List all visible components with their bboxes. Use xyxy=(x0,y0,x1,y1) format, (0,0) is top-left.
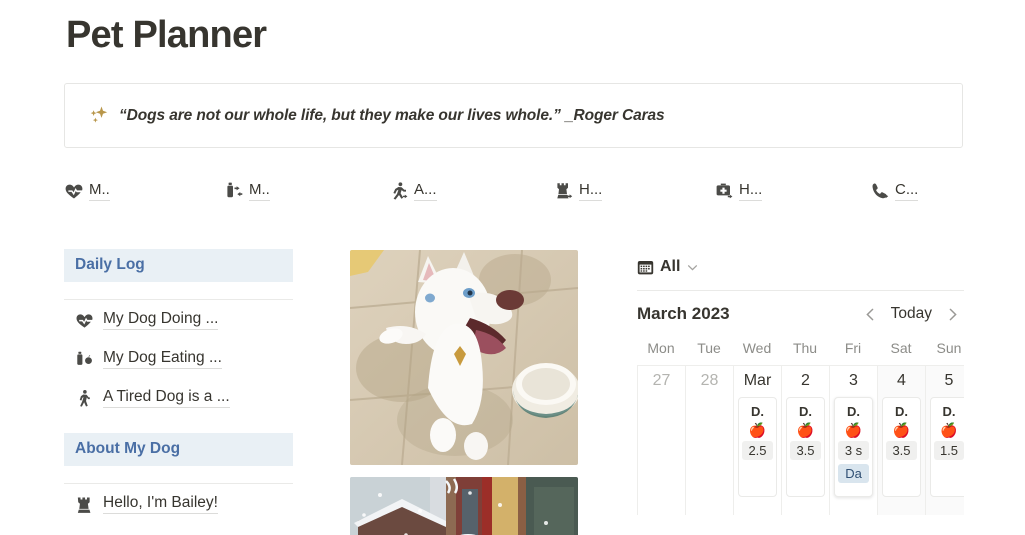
tab-label: M.. xyxy=(249,181,270,201)
tab-bar: M.. M.. A... H... H... C... xyxy=(64,176,964,212)
calendar-panel: All March 2023 Today Mon Tue Wed Thu Fri… xyxy=(637,250,964,535)
event-tag: Da xyxy=(838,464,869,483)
event-amount-badge: 1.5 xyxy=(934,441,964,460)
event-title: D. xyxy=(942,404,956,419)
calendar-event-card[interactable]: D. 🍎 3 s Da xyxy=(834,397,873,497)
walking-person-icon xyxy=(75,389,94,408)
calendar-day-cell[interactable]: 28 xyxy=(685,365,733,515)
pet-planner-page: Pet Planner “Dogs are not our whole life… xyxy=(0,0,1025,535)
tab-label: M.. xyxy=(89,181,110,201)
tab-label: C... xyxy=(895,181,919,201)
tab-health[interactable]: H... xyxy=(554,176,603,206)
weekday-label: Sun xyxy=(936,340,962,356)
today-button[interactable]: Today xyxy=(891,305,932,323)
apple-icon: 🍎 xyxy=(748,422,767,438)
event-amount-badge: 3.5 xyxy=(886,441,917,460)
calendar-day-number: 4 xyxy=(897,372,906,389)
weekday-label: Fri xyxy=(844,340,862,356)
calendar-weekday-header: Mon Tue Wed Thu Fri Sat Sun xyxy=(637,337,964,365)
calendar-nav-row: March 2023 Today xyxy=(637,291,964,337)
calendar-day-number: Mar xyxy=(743,372,772,389)
tab-my-dog-doing[interactable]: M.. xyxy=(64,176,110,206)
weekday-label: Tue xyxy=(697,340,721,356)
calendar-day-number: 3 xyxy=(849,372,858,389)
section-heading-about-my-dog: About My Dog xyxy=(64,433,293,466)
white-husky-puppy-photo[interactable] xyxy=(350,250,578,465)
calendar-month-label: March 2023 xyxy=(637,304,730,323)
tab-contacts[interactable]: C... xyxy=(870,176,919,206)
calendar-day-cell[interactable]: 4 D. 🍎 3.5 xyxy=(877,365,925,515)
calendar-day-cell[interactable]: 2 D. 🍎 3.5 xyxy=(781,365,829,515)
weekday-label: Mon xyxy=(647,340,675,356)
tab-label: H... xyxy=(739,181,763,201)
weekday-label: Wed xyxy=(742,340,772,356)
calendar-day-number: 27 xyxy=(652,372,671,389)
heartbeat-icon xyxy=(64,181,84,201)
bottle-icon xyxy=(224,181,244,201)
chess-rook-icon xyxy=(554,181,574,201)
calendar-day-number: 28 xyxy=(700,372,719,389)
calendar-day-cell[interactable]: 27 xyxy=(637,365,685,515)
quote-text: “Dogs are not our whole life, but they m… xyxy=(119,106,665,124)
chevron-left-icon[interactable] xyxy=(863,307,878,322)
weekday-label: Thu xyxy=(792,340,818,356)
bottle-apple-icon xyxy=(75,350,94,369)
calendar-view-selector[interactable]: All xyxy=(637,250,964,284)
sidebar-item-label: A Tired Dog is a ... xyxy=(103,388,230,408)
calendar-day-cell[interactable]: Mar D. 🍎 2.5 xyxy=(733,365,781,515)
tab-label: A... xyxy=(414,181,437,201)
calendar-event-card[interactable]: D. 🍎 1.5 xyxy=(930,397,964,497)
apple-icon: 🍎 xyxy=(892,422,911,438)
running-person-icon xyxy=(389,181,409,201)
section-heading-daily-log: Daily Log xyxy=(64,249,293,282)
calendar-day-grid: 27 28 Mar D. 🍎 2.5 2 D. 🍎 3.5 3 D. 🍎 3 s Da 4 D. 🍎 3.5 5 D. 🍎… xyxy=(637,365,964,515)
sidebar-item-label: My Dog Eating ... xyxy=(103,349,222,369)
apple-icon: 🍎 xyxy=(844,422,863,438)
event-title: D. xyxy=(847,404,860,419)
event-amount-badge: 3.5 xyxy=(790,441,821,460)
sidebar-item-label: Hello, I'm Bailey! xyxy=(103,494,218,514)
sidebar-item-label: My Dog Doing ... xyxy=(103,310,219,330)
calendar-day-cell[interactable]: 5 D. 🍎 1.5 xyxy=(925,365,964,515)
chevron-down-icon[interactable] xyxy=(686,261,699,274)
heartbeat-icon xyxy=(75,311,94,330)
quote-callout: “Dogs are not our whole life, but they m… xyxy=(64,83,963,148)
chevron-right-icon[interactable] xyxy=(945,307,960,322)
event-title: D. xyxy=(799,404,812,419)
calendar-day-number: 2 xyxy=(801,372,810,389)
calendar-view-name: All xyxy=(660,258,681,275)
phone-icon xyxy=(870,181,890,201)
event-title: D. xyxy=(895,404,908,419)
calendar-event-card[interactable]: D. 🍎 3.5 xyxy=(786,397,825,497)
calendar-event-card[interactable]: D. 🍎 3.5 xyxy=(882,397,921,497)
sidebar-item-my-dog-eating[interactable]: My Dog Eating ... xyxy=(64,339,293,378)
event-title: D. xyxy=(751,404,764,419)
snowy-house-photo[interactable] xyxy=(350,477,578,535)
apple-icon: 🍎 xyxy=(940,422,958,438)
first-aid-kit-icon xyxy=(714,181,734,201)
photo-gallery xyxy=(350,250,578,535)
tab-health-kit[interactable]: H... xyxy=(714,176,763,206)
sidebar-item-my-dog-doing[interactable]: My Dog Doing ... xyxy=(64,300,293,339)
sidebar: Daily Log My Dog Doing ... My Dog Eating… xyxy=(64,249,293,523)
calendar-event-card[interactable]: D. 🍎 2.5 xyxy=(738,397,777,497)
tab-label: H... xyxy=(579,181,603,201)
event-amount-badge: 3 s xyxy=(838,441,869,460)
page-title: Pet Planner xyxy=(66,14,267,56)
tab-my-dog-eating[interactable]: M.. xyxy=(224,176,270,206)
event-amount-badge: 2.5 xyxy=(742,441,773,460)
calendar-day-cell[interactable]: 3 D. 🍎 3 s Da xyxy=(829,365,877,515)
calendar-nav-controls: Today xyxy=(863,305,960,323)
calendar-icon xyxy=(637,259,654,276)
calendar-day-number: 5 xyxy=(944,372,954,389)
sparkles-icon xyxy=(85,103,111,129)
tab-activity[interactable]: A... xyxy=(389,176,437,206)
apple-icon: 🍎 xyxy=(796,422,815,438)
weekday-label: Sat xyxy=(890,340,912,356)
sidebar-item-a-tired-dog[interactable]: A Tired Dog is a ... xyxy=(64,378,293,417)
chess-rook-icon xyxy=(75,495,94,514)
sidebar-item-hello-im-bailey[interactable]: Hello, I'm Bailey! xyxy=(64,484,293,523)
